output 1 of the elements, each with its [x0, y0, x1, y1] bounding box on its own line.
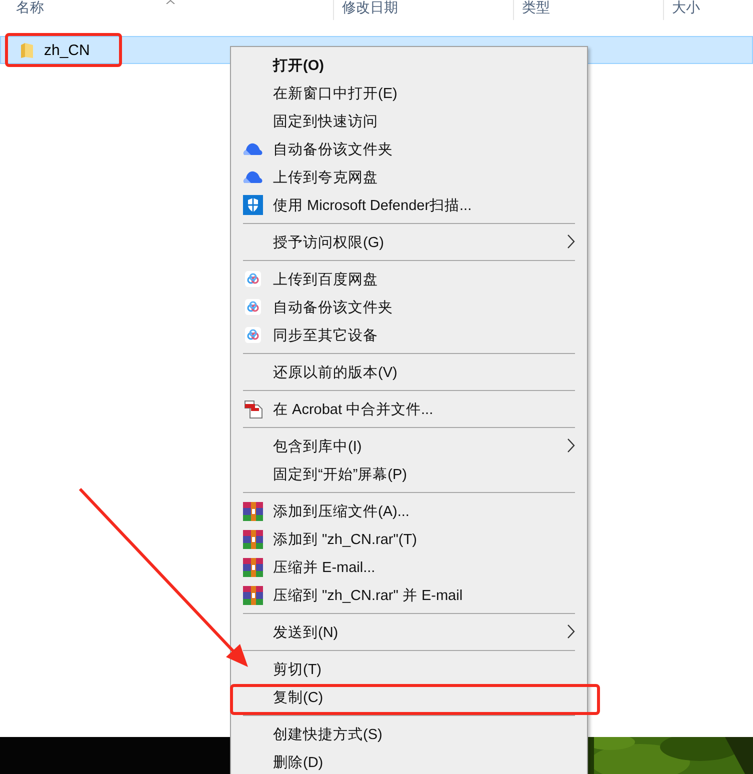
file-name: zh_CN: [44, 42, 90, 58]
